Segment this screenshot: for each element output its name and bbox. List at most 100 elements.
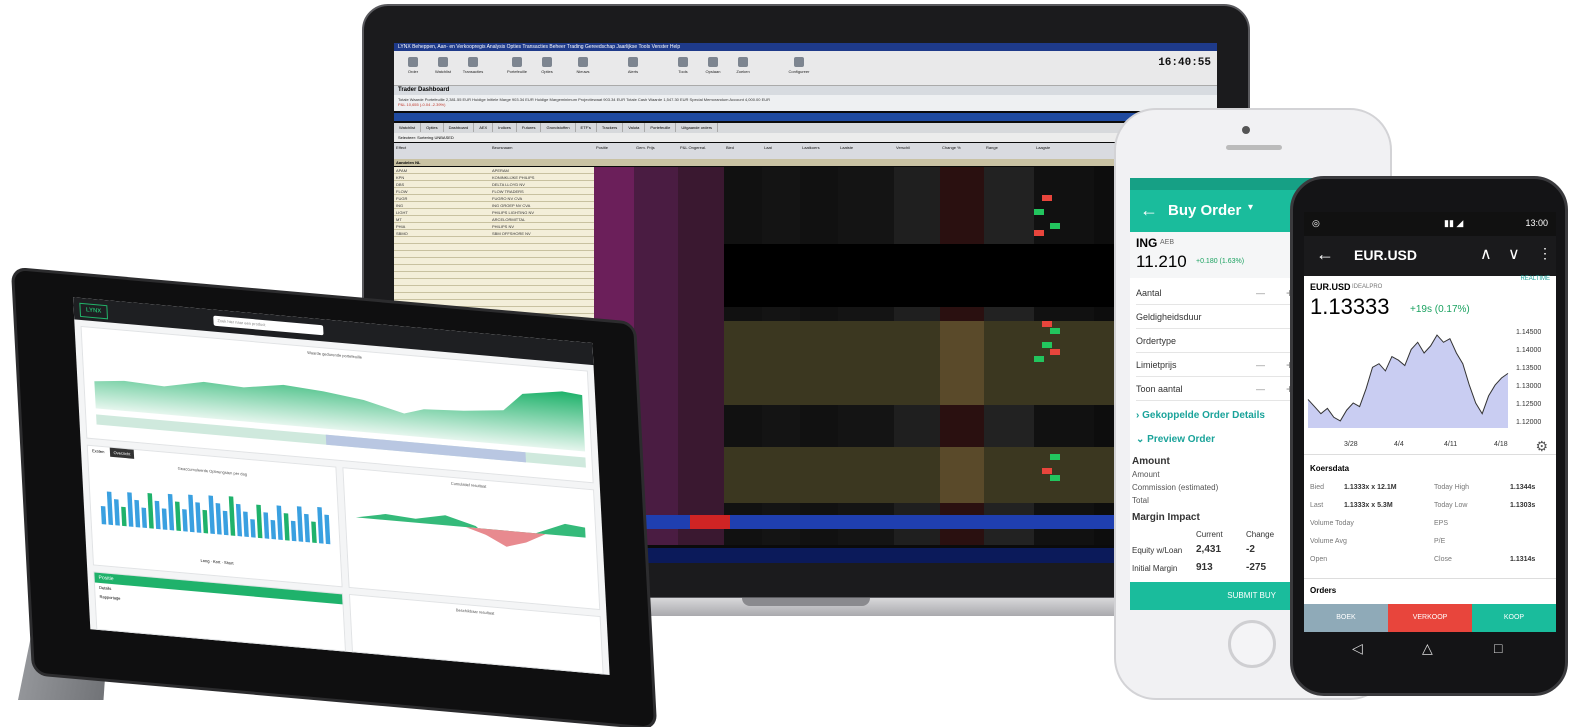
home-icon[interactable]: △ [1422,640,1433,657]
toolbar-button-order[interactable]: Order [400,55,426,81]
toolbar-button-alerts[interactable]: Alerts [620,55,646,81]
table-row[interactable]: KPN KONINKLIJKE PHILIPS [394,174,1217,181]
toolbar-button-opties[interactable]: Opties [534,55,560,81]
minus-icon[interactable]: — [1256,360,1265,370]
more-icon[interactable]: ⋮ [1538,245,1552,262]
table-row[interactable] [394,244,1217,251]
data-cell [724,202,762,209]
tab-3[interactable]: AEX [474,123,494,132]
table-row[interactable] [394,258,1217,265]
data-cell [724,440,762,447]
toolbar-button-watchlist[interactable]: Watchlist [430,55,456,81]
table-row[interactable]: PHIA PHILIPS NV [394,223,1217,230]
back-icon[interactable]: ◁ [1352,640,1363,657]
tab-7[interactable]: ETF's [576,123,597,132]
data-cell [940,475,984,482]
table-row[interactable]: FUGR FUGRO NV CVA [394,195,1217,202]
tab-8[interactable]: Trackers [597,123,624,132]
data-cell [984,300,1034,307]
name-cell: DELTA LLOYD NV [490,181,594,188]
gear-icon[interactable]: ⚙ [1535,438,1548,455]
column-header[interactable]: Change % [942,145,961,150]
data-cell [762,433,800,440]
column-header[interactable]: Laatkoers [802,145,820,150]
chevron-down-icon[interactable]: ∨ [1508,244,1520,264]
tab-0[interactable]: Watchlist [394,123,422,132]
data-cell [984,202,1034,209]
column-header[interactable]: Bied [726,145,734,150]
dropdown-icon[interactable]: ▾ [1248,202,1253,213]
table-row[interactable]: APAM APERAM [394,167,1217,174]
data-cell [762,314,800,321]
search-input[interactable]: Zoek hier naar een product [213,315,324,336]
data-cell [678,167,724,174]
data-cell [724,482,762,489]
bar [276,505,283,541]
data-cell [800,349,838,356]
table-row[interactable]: DBS DELTA LLOYD NV [394,181,1217,188]
column-header[interactable]: P&L Ongereal. [680,145,706,150]
tab-10[interactable]: Portefeuille [645,123,677,132]
column-header[interactable]: Beursnaam [492,145,512,150]
data-cell [678,251,724,258]
legend-kort: Kort [212,558,221,565]
data-cell [800,237,838,244]
data-cell [838,279,894,286]
data-cell [678,489,724,496]
column-header[interactable]: Effect [396,145,406,150]
recents-icon[interactable]: □ [1494,640,1502,656]
data-cell [724,468,762,475]
toolbar-button-nieuws[interactable]: Nieuws [570,55,596,81]
tab-9[interactable]: Valuta [623,123,646,132]
back-arrow-icon[interactable]: ← [1316,244,1334,265]
toolbar-button-portefeuille[interactable]: Portefeuille [504,55,530,81]
column-header[interactable]: Laat [764,145,772,150]
tab-6[interactable]: Grondstoffen [541,123,576,132]
table-row[interactable]: LIGHT PHILIPS LIGHTING NV [394,209,1217,216]
table-row[interactable] [394,237,1217,244]
home-button[interactable] [1228,620,1276,668]
data-cell [678,230,724,237]
column-header[interactable]: Gem. Prijs [636,145,655,150]
range-bar [1050,454,1060,460]
column-header[interactable]: Laagste [1036,145,1050,150]
column-header[interactable]: Positie [596,145,608,150]
sort-selector[interactable]: Selecteer: Sortering UNBASED [394,133,1217,142]
minus-icon[interactable]: — [1256,288,1265,298]
tab-5[interactable]: Futures [517,123,542,132]
back-arrow-icon[interactable]: ← [1140,200,1158,221]
toolbar-button-tools[interactable]: Tools [670,55,696,81]
data-cell [894,202,940,209]
table-row[interactable]: ING ING GROEP NV CVA [394,202,1217,209]
menu-bar[interactable]: LYNX Beheppen, Aan- en Verkoopregis Anal… [394,43,1217,51]
table-row[interactable] [394,251,1217,258]
table-row[interactable]: FLOW FLOW TRADERS [394,188,1217,195]
tablet-device: LYNX Zoek hier naar een product Waarde g… [0,270,655,727]
column-header[interactable]: Range [986,145,998,150]
toolbar-button-opslaan[interactable]: Opslaan [700,55,726,81]
tab-2[interactable]: Dashboard [444,123,475,132]
buy-button[interactable]: KOOP [1472,604,1556,632]
table-row[interactable]: MT ARCELORMITTAL [394,216,1217,223]
column-header[interactable]: Laatste [840,145,853,150]
tab-4[interactable]: Indices [493,123,517,132]
minus-icon[interactable]: — [1256,384,1265,394]
data-cell [724,426,762,433]
data-cell [724,356,762,363]
data-cell [634,419,678,426]
sell-button[interactable]: VERKOOP [1388,604,1472,632]
toolbar-button-configureer[interactable]: Configureer [786,55,812,81]
tab-11[interactable]: Uitgaande orders [676,123,719,132]
data-cell [1034,426,1094,433]
tab-1[interactable]: Opties [421,123,444,132]
data-cell [594,251,634,258]
book-button[interactable]: BOEK [1304,604,1388,632]
toolbar-button-transacties[interactable]: Transacties [460,55,486,81]
column-header[interactable]: Verschil [896,145,910,150]
table-row[interactable]: SBMO SBM OFFSHORE NV [394,230,1217,237]
toolbar-button-zoeken[interactable]: Zoeken [730,55,756,81]
chevron-up-icon[interactable]: ∧ [1480,244,1492,264]
tab-exoten[interactable]: Exoten [88,446,109,457]
data-cell [800,258,838,265]
data-cell [984,314,1034,321]
